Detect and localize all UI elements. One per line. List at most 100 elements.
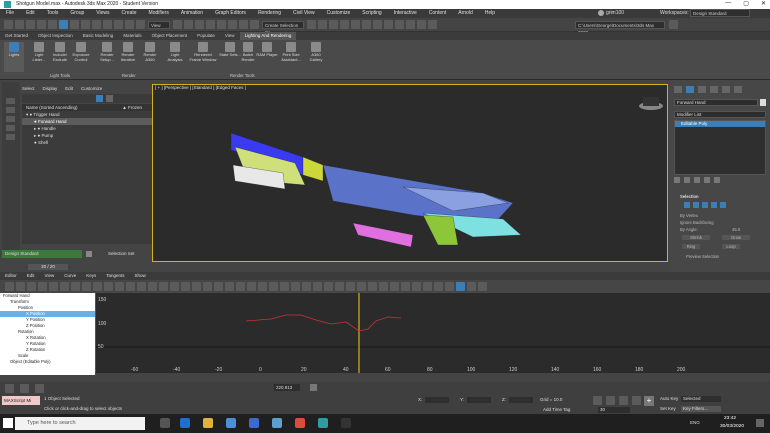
menu-scripting[interactable]: Scripting	[356, 9, 387, 18]
percent-snap-icon[interactable]	[228, 20, 237, 29]
by-angle-checkbox[interactable]: By Angle:	[680, 227, 698, 232]
z-coord-field[interactable]	[509, 397, 533, 403]
add-time-tag[interactable]: Add Time Tag	[543, 407, 570, 412]
select-manipulate-icon[interactable]	[184, 20, 193, 29]
curve-tool-4-icon[interactable]	[346, 282, 355, 291]
show-all-tangents-icon[interactable]	[214, 282, 223, 291]
loop-button[interactable]: Loop	[722, 244, 740, 249]
display-tab-icon[interactable]	[722, 86, 730, 93]
nav-zoom-icon[interactable]	[20, 384, 29, 393]
nav-frame-icon[interactable]	[35, 384, 44, 393]
tab-materials[interactable]: Materials	[118, 32, 146, 40]
tree-item-forward-hand[interactable]: ● Forward Hand	[22, 118, 152, 125]
key-tangent-auto-icon[interactable]	[93, 282, 102, 291]
project-folder-icon[interactable]	[669, 20, 678, 29]
show-tangents-icon[interactable]	[225, 282, 234, 291]
snap-icon[interactable]	[206, 20, 215, 29]
named-selection-dropdown[interactable]: Create Selection Se	[262, 20, 304, 35]
a360-gallery-button[interactable]: A360 Gallery	[305, 42, 327, 62]
curve-menu-edit[interactable]: Edit	[22, 272, 40, 280]
layer-explorer-icon[interactable]	[329, 20, 338, 29]
normalize-curve-icon[interactable]	[291, 282, 300, 291]
maxscript-listener[interactable]: MAXScript Mi	[2, 396, 40, 405]
curve-graph[interactable]: 150 100 50 -60 -40 -20 0 20 40 60 80 100…	[95, 293, 770, 373]
menu-content[interactable]: Content	[423, 9, 453, 18]
previous-frame-icon[interactable]	[606, 396, 615, 405]
light-analysis-button[interactable]: Light Analysis	[164, 42, 186, 62]
exposure-control-button[interactable]: Exposure Control	[70, 42, 92, 62]
clock-date[interactable]: 30/03/2020	[720, 424, 744, 429]
element-mode-icon[interactable]	[720, 202, 726, 208]
curve-tool-15-icon[interactable]	[467, 282, 476, 291]
menu-civil-view[interactable]: Civil View	[287, 9, 321, 18]
menu-file[interactable]: File	[0, 9, 20, 18]
tree-item-shell[interactable]: ● Shell	[22, 139, 152, 146]
curve-tool-14-icon[interactable]	[456, 282, 465, 291]
render-setup-icon[interactable]	[384, 20, 393, 29]
filter-shapes-icon[interactable]	[6, 107, 15, 113]
app-icon-blue[interactable]	[272, 418, 282, 428]
pin-stack-icon[interactable]	[674, 177, 680, 183]
bind-space-warp-icon[interactable]	[48, 20, 57, 29]
pivot-icon[interactable]	[173, 20, 182, 29]
selection-set-label[interactable]: Selection Set	[108, 251, 135, 256]
scale-keys-icon[interactable]	[38, 282, 47, 291]
menu-help[interactable]: Help	[479, 9, 501, 18]
shrink-button[interactable]: Shrink	[682, 235, 710, 240]
render-setup-button[interactable]: Render Setup...	[96, 42, 118, 62]
tab-get-started[interactable]: Get Started	[0, 32, 33, 40]
task-view-icon[interactable]	[160, 418, 170, 428]
tab-populate[interactable]: Populate	[192, 32, 220, 40]
material-editor-icon[interactable]	[373, 20, 382, 29]
scale-values-icon[interactable]	[49, 282, 58, 291]
chrome-icon[interactable]	[295, 418, 305, 428]
zoom-value-icon[interactable]	[310, 384, 317, 391]
unreal-icon[interactable]	[341, 418, 351, 428]
minimize-button[interactable]: —	[725, 0, 731, 7]
clock-time[interactable]: 23:42	[724, 416, 736, 421]
next-frame-icon[interactable]	[632, 396, 641, 405]
curve-menu-keys[interactable]: Keys	[81, 272, 101, 280]
create-tab-icon[interactable]	[674, 86, 682, 93]
configure-modifier-sets-icon[interactable]	[714, 177, 720, 183]
menu-graph-editors[interactable]: Graph Editors	[209, 9, 252, 18]
tab-object-placement[interactable]: Object Placement	[147, 32, 193, 40]
window-crossing-icon[interactable]	[92, 20, 101, 29]
project-path-field[interactable]: C:\Users\George\Documents\3ds Max 2020	[575, 21, 665, 35]
modifier-list-dropdown[interactable]: Modifier List	[674, 111, 766, 118]
unlink-icon[interactable]	[37, 20, 46, 29]
spinner-snap-icon[interactable]	[239, 20, 248, 29]
hierarchy-tab-icon[interactable]	[698, 86, 706, 93]
grow-button[interactable]: Grow	[722, 235, 750, 240]
set-key-button[interactable]: Set Key	[660, 406, 676, 411]
menu-tools[interactable]: Tools	[41, 9, 65, 18]
viewcube[interactable]	[639, 97, 663, 110]
curve-menu-curve[interactable]: Curve	[59, 272, 81, 280]
menu-create[interactable]: Create	[116, 9, 143, 18]
play-icon[interactable]	[619, 396, 628, 405]
redo-icon[interactable]	[15, 20, 24, 29]
move-icon[interactable]	[103, 20, 112, 29]
tree-item-pump[interactable]: ▸ ● Pump	[22, 132, 152, 139]
curve-tool-6-icon[interactable]	[368, 282, 377, 291]
x-coord-field[interactable]	[425, 397, 449, 403]
key-tangent-step-icon[interactable]	[137, 282, 146, 291]
modify-tab-icon[interactable]	[686, 86, 694, 93]
explorer-menu-display[interactable]: Display	[43, 86, 58, 91]
language-indicator[interactable]: ENG	[690, 420, 700, 425]
edge-mode-icon[interactable]	[693, 202, 699, 208]
filters-icon[interactable]	[5, 282, 14, 291]
include-exclude-button[interactable]: Include/ Exclude	[49, 42, 71, 62]
explorer-menu-customize[interactable]: Customize	[81, 86, 102, 91]
render-iterative-button[interactable]: Render Iterative	[117, 42, 139, 62]
curve-menu-tangents[interactable]: Tangents	[101, 272, 129, 280]
angle-value-field[interactable]: 45.0	[732, 227, 740, 232]
curve-menu-editor[interactable]: Editor	[0, 272, 22, 280]
snap-frames-icon[interactable]	[181, 282, 190, 291]
curve-tool-7-icon[interactable]	[379, 282, 388, 291]
mail-icon[interactable]	[249, 418, 259, 428]
ram-player-button[interactable]: RAM Player	[256, 42, 278, 58]
rotate-icon[interactable]	[114, 20, 123, 29]
maximize-button[interactable]: ▢	[743, 0, 749, 7]
keyboard-shortcut-icon[interactable]	[195, 20, 204, 29]
